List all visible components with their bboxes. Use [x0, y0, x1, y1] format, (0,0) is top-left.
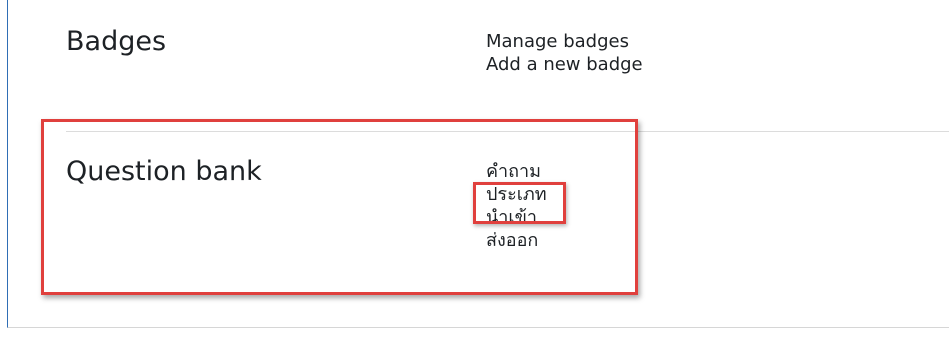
badges-section-title: Badges [66, 26, 167, 57]
list-item: Add a new badge [486, 53, 643, 76]
list-item: Manage badges [486, 30, 643, 53]
manage-badges-link[interactable]: Manage badges [486, 30, 643, 53]
categories-link-highlight-box [473, 182, 566, 224]
badges-links-list: Manage badges Add a new badge [486, 30, 643, 76]
add-new-badge-link[interactable]: Add a new badge [486, 53, 643, 76]
